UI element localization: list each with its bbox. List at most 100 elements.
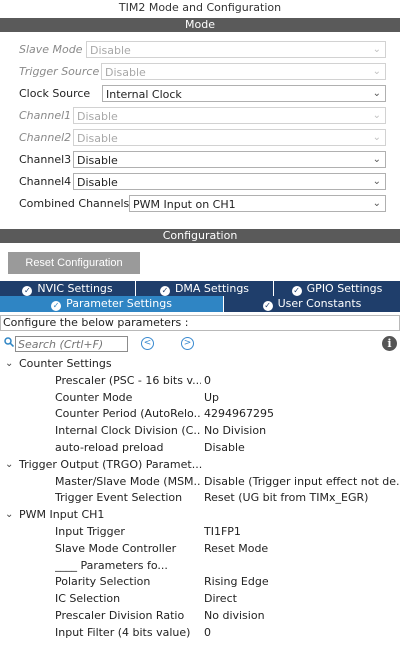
channel1-label: Channel1 [19, 109, 72, 122]
combined-channels-select[interactable]: PWM Input on CH1 ⌄ [129, 195, 386, 212]
parameter-row[interactable]: IC Selection Direct [0, 591, 400, 608]
channel1-select[interactable]: Disable ⌄ [73, 107, 386, 124]
tab-dma-settings[interactable]: ✓ DMA Settings [136, 281, 274, 296]
tab-parameter-label: Parameter Settings [66, 297, 172, 310]
parameter-value[interactable]: 0 [204, 625, 400, 642]
chevron-down-icon: ⌄ [372, 176, 381, 187]
chevron-down-icon: ⌄ [372, 88, 381, 99]
channel3-row: Channel3 Disable ⌄ [19, 151, 386, 169]
tree-group[interactable]: ⌄ PWM Input CH1 [0, 507, 400, 524]
parameter-value[interactable]: 4294967295 [204, 406, 400, 423]
parameter-value[interactable]: Disable (Trigger input effect not de... [204, 474, 400, 491]
parameter-value[interactable]: No division [204, 608, 400, 625]
parameter-value[interactable]: Reset Mode [204, 541, 400, 558]
expand-chevron-icon[interactable]: ⌄ [5, 507, 13, 524]
tree-group-label: Trigger Output (TRGO) Paramet... [19, 457, 203, 471]
parameter-value[interactable]: TI1FP1 [204, 524, 400, 541]
tab-gpio-label: GPIO Settings [306, 282, 383, 295]
chevron-right-icon[interactable]: > [181, 337, 194, 350]
channel2-value: Disable [77, 132, 118, 145]
channel4-value: Disable [77, 176, 118, 189]
parameter-row[interactable]: Input Trigger TI1FP1 [0, 524, 400, 541]
check-icon: ✓ [159, 286, 170, 296]
parameter-row[interactable]: ____ Parameters fo... [0, 558, 400, 575]
parameter-row[interactable]: Counter Mode Up [0, 390, 400, 407]
info-icon[interactable]: i [382, 336, 397, 351]
parameter-row[interactable]: Polarity Selection Rising Edge [0, 574, 400, 591]
parameter-value[interactable]: Rising Edge [204, 574, 400, 591]
tree-group-label: Counter Settings [19, 357, 112, 370]
clock-source-select[interactable]: Internal Clock ⌄ [102, 85, 386, 102]
tree-group[interactable]: ⌄ Counter Settings [0, 356, 400, 373]
combined-channels-label: Combined Channels [19, 197, 130, 210]
parameter-row[interactable]: auto-reload preload Disable [0, 440, 400, 457]
search-bar: < > i [0, 335, 400, 353]
parameter-name: Trigger Event Selection [55, 491, 183, 505]
check-icon: ✓ [291, 286, 302, 296]
tab-gpio-settings[interactable]: ✓ GPIO Settings [274, 281, 400, 296]
parameter-name: Slave Mode Controller [55, 541, 177, 555]
channel2-select[interactable]: Disable ⌄ [73, 129, 386, 146]
magnifier-icon [4, 337, 14, 347]
channel1-value: Disable [77, 110, 118, 123]
slave-mode-select[interactable]: Disable ⌄ [86, 41, 386, 58]
parameter-name: Prescaler (PSC - 16 bits v... [55, 373, 201, 387]
parameter-name: ____ Parameters fo... [55, 558, 168, 572]
parameter-value[interactable]: No Division [204, 423, 400, 440]
channel2-row: Channel2 Disable ⌄ [19, 129, 386, 147]
search-input[interactable] [15, 336, 128, 352]
trigger-source-value: Disable [105, 66, 146, 79]
parameter-row[interactable]: Prescaler (PSC - 16 bits v... 0 [0, 373, 400, 390]
tab-parameter-settings[interactable]: ✓ Parameter Settings [0, 296, 224, 312]
expand-chevron-icon[interactable]: ⌄ [5, 356, 13, 373]
parameter-name: Input Filter (4 bits value) [55, 625, 191, 639]
parameter-row[interactable]: Counter Period (AutoRelo... 4294967295 [0, 406, 400, 423]
parameter-row[interactable]: Master/Slave Mode (MSM... Disable (Trigge… [0, 474, 400, 491]
combined-channels-row: Combined Channels PWM Input on CH1 ⌄ [19, 195, 386, 213]
combined-channels-value: PWM Input on CH1 [133, 198, 236, 211]
chevron-down-icon: ⌄ [372, 44, 381, 55]
parameter-row[interactable]: Slave Mode Controller Reset Mode [0, 541, 400, 558]
channel4-row: Channel4 Disable ⌄ [19, 173, 386, 191]
mode-panel: Slave Mode Disable ⌄ Trigger Source Disa… [0, 32, 400, 227]
check-icon: ✓ [262, 301, 273, 311]
parameter-value[interactable]: Direct [204, 591, 400, 608]
slave-mode-row: Slave Mode Disable ⌄ [19, 41, 386, 59]
slave-mode-value: Disable [90, 44, 131, 57]
parameter-value[interactable]: Up [204, 390, 400, 407]
channel3-label: Channel3 [19, 153, 72, 166]
configuration-section-header: Configuration [0, 229, 400, 243]
parameter-name: Prescaler Division Ratio [55, 608, 185, 622]
channel4-select[interactable]: Disable ⌄ [73, 173, 386, 190]
window-title: TIM2 Mode and Configuration [118, 1, 282, 14]
tree-group-label: PWM Input CH1 [19, 508, 105, 522]
channel3-select[interactable]: Disable ⌄ [73, 151, 386, 168]
tab-nvic-settings[interactable]: ✓ NVIC Settings [0, 281, 136, 296]
parameter-value[interactable]: 0 [204, 373, 400, 390]
trigger-source-select[interactable]: Disable ⌄ [101, 63, 386, 80]
clock-source-row: Clock Source Internal Clock ⌄ [19, 85, 386, 103]
expand-chevron-icon[interactable]: ⌄ [5, 457, 13, 474]
tab-user-constants-label: User Constants [277, 297, 362, 310]
reset-configuration-button[interactable]: Reset Configuration [8, 252, 140, 274]
parameter-row[interactable]: Trigger Event Selection Reset (UG bit fro… [0, 490, 400, 507]
parameter-name: Master/Slave Mode (MSM... [55, 474, 201, 488]
parameter-name: Internal Clock Division (C... [55, 424, 201, 438]
tab-nvic-label: NVIC Settings [37, 282, 113, 295]
parameter-value[interactable]: Reset (UG bit from TIMx_EGR) [204, 490, 400, 507]
clock-source-label: Clock Source [19, 87, 91, 100]
channel3-value: Disable [77, 154, 118, 167]
clock-source-value: Internal Clock [106, 88, 182, 101]
parameter-row[interactable]: Input Filter (4 bits value) 0 [0, 625, 400, 642]
parameter-value[interactable]: Disable [204, 440, 400, 457]
chevron-left-icon[interactable]: < [141, 337, 154, 350]
chevron-down-icon: ⌄ [372, 110, 381, 121]
parameter-name: Polarity Selection [55, 575, 151, 589]
parameter-row[interactable]: Prescaler Division Ratio No division [0, 608, 400, 625]
parameter-name: auto-reload preload [55, 440, 164, 454]
parameter-row[interactable]: Internal Clock Division (C... No Division [0, 423, 400, 440]
channel2-label: Channel2 [19, 131, 72, 144]
tab-user-constants[interactable]: ✓ User Constants [224, 296, 400, 312]
tab-row-2: ✓ Parameter Settings ✓ User Constants [0, 296, 400, 312]
tree-group[interactable]: ⌄ Trigger Output (TRGO) Paramet... [0, 457, 400, 474]
